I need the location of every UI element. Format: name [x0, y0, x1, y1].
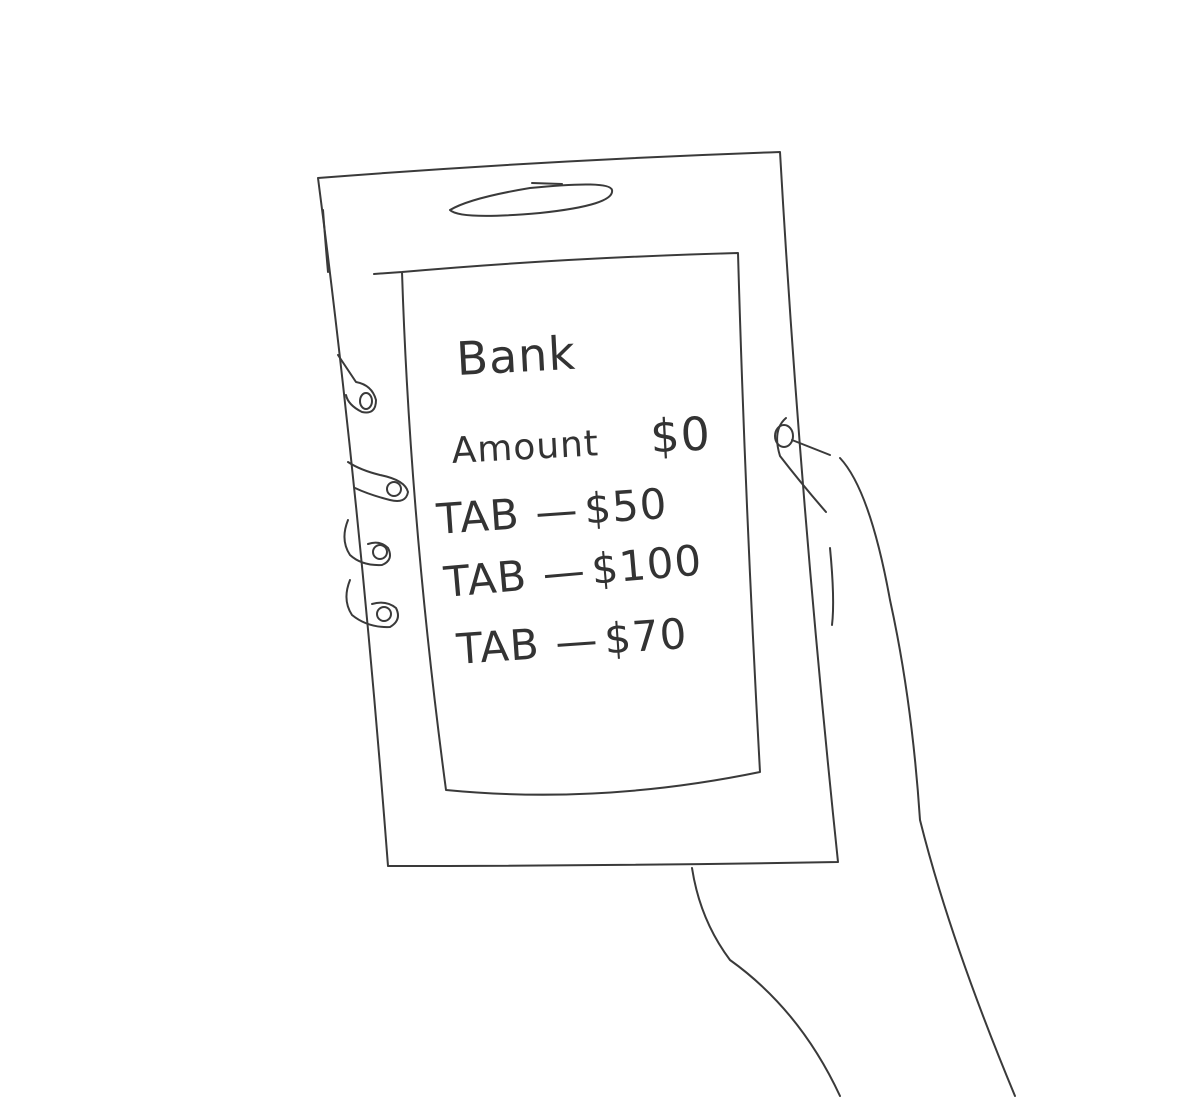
tab-amount: $100 [589, 535, 705, 594]
bank-screen: Bank Amount $0 TAB —$50 TAB —$100 TAB —$70 [430, 320, 750, 760]
tab-label: TAB [455, 619, 542, 674]
fingernail-1 [359, 392, 373, 410]
phone-side-edge [322, 209, 329, 273]
speaker-slot-highlight [531, 182, 563, 185]
amount-row: Amount $0 [450, 406, 713, 474]
fingernail-3 [372, 544, 388, 560]
hand-left-edge [691, 867, 841, 1097]
finger-4 [345, 579, 399, 629]
tab-item-2[interactable]: TAB —$100 [442, 535, 704, 606]
tab-item-1[interactable]: TAB —$50 [435, 479, 669, 544]
tab-separator: — [540, 545, 588, 599]
speaker-slot-icon [449, 183, 614, 217]
palm-line [829, 547, 835, 626]
tab-amount: $50 [582, 478, 669, 534]
fingernail-4 [376, 606, 392, 622]
tab-separator: — [533, 485, 581, 537]
thumb-edge [791, 439, 831, 456]
fingernail-2 [386, 481, 402, 497]
amount-value: $0 [648, 406, 713, 464]
amount-label: Amount [450, 423, 600, 472]
tab-separator: — [553, 615, 601, 667]
hand-right-edge [839, 457, 1016, 1097]
tab-amount: $70 [602, 608, 689, 664]
tab-item-3[interactable]: TAB —$70 [455, 609, 689, 674]
page-title: Bank [455, 325, 578, 386]
tab-label: TAB [442, 550, 529, 607]
tab-label: TAB [435, 489, 522, 544]
